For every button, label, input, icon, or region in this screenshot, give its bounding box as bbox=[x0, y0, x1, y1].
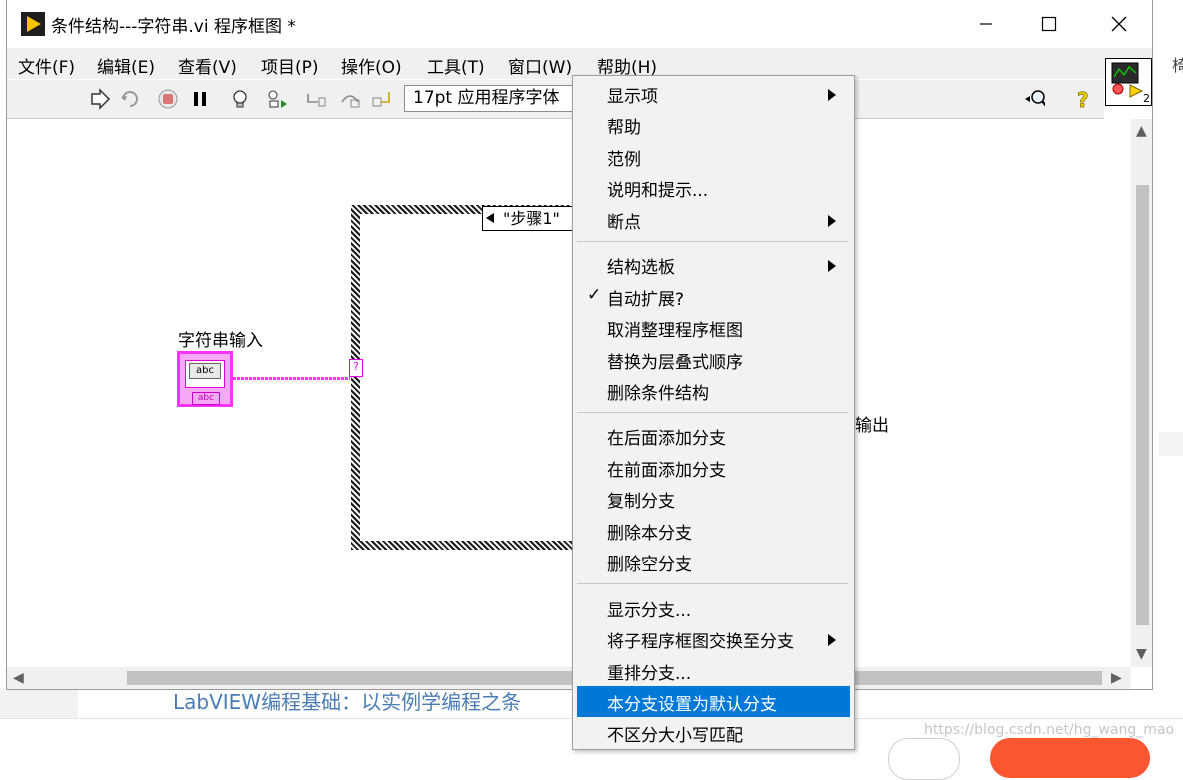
highlight-execution-icon[interactable] bbox=[229, 88, 251, 110]
font-select[interactable]: 17pt 应用程序字体 bbox=[404, 85, 584, 112]
close-icon bbox=[1111, 16, 1127, 32]
menu-item-breakpoint[interactable]: 断点 bbox=[577, 204, 850, 235]
menu-item-description[interactable]: 说明和提示... bbox=[577, 172, 850, 203]
submenu-arrow-icon bbox=[828, 634, 836, 646]
step-over-icon[interactable] bbox=[339, 88, 361, 110]
scroll-right-icon[interactable]: ▶ bbox=[1111, 670, 1122, 686]
vertical-scroll-thumb[interactable] bbox=[1136, 185, 1149, 625]
menu-item-add-case-after[interactable]: 在后面添加分支 bbox=[577, 420, 850, 451]
string-control-label[interactable]: 字符串输入 bbox=[178, 326, 263, 351]
menu-item-replace-stacked-sequence[interactable]: 替换为层叠式顺序 bbox=[577, 344, 850, 375]
vi-icon[interactable]: 2 bbox=[1105, 58, 1152, 106]
vi-icon-number: 2 bbox=[1143, 92, 1150, 105]
submenu-arrow-icon bbox=[828, 89, 836, 101]
string-control-frame: abc bbox=[185, 360, 225, 388]
menu-item-rearrange-cases[interactable]: 重排分支... bbox=[577, 655, 850, 686]
menu-separator bbox=[577, 412, 848, 413]
search-icon[interactable] bbox=[1023, 88, 1045, 110]
page-orange-button[interactable] bbox=[990, 738, 1150, 778]
abort-execution-icon[interactable] bbox=[157, 88, 179, 110]
step-into-icon[interactable] bbox=[305, 88, 327, 110]
watermark: https://blog.csdn.net/hg_wang_mao bbox=[924, 722, 1175, 738]
menu-item-structures-palette[interactable]: 结构选板 bbox=[577, 249, 850, 280]
string-wire[interactable] bbox=[233, 377, 350, 380]
menu-item-remove-case-structure[interactable]: 删除条件结构 bbox=[577, 375, 850, 406]
labview-app-icon bbox=[21, 12, 45, 36]
step-out-icon[interactable] bbox=[371, 88, 393, 110]
vertical-scrollbar[interactable]: ▲ ▼ bbox=[1131, 119, 1152, 667]
run-arrow-icon[interactable] bbox=[89, 88, 111, 110]
case-decrement-arrow-icon[interactable] bbox=[486, 213, 494, 223]
horizontal-scrollbar[interactable]: ◀ ▶ bbox=[7, 667, 1131, 689]
maximize-button[interactable] bbox=[1020, 0, 1078, 48]
scroll-up-icon[interactable]: ▲ bbox=[1136, 123, 1147, 139]
menu-window[interactable]: 窗口(W) bbox=[508, 53, 572, 78]
run-continuously-icon[interactable] bbox=[119, 88, 141, 110]
case-selector-terminal[interactable]: ? bbox=[349, 359, 363, 377]
menu-edit[interactable]: 编辑(E) bbox=[97, 53, 155, 78]
menu-item-cleanup-diagram[interactable]: 取消整理程序框图 bbox=[577, 312, 850, 343]
scroll-left-icon[interactable]: ◀ bbox=[13, 670, 24, 686]
retain-wire-values-icon[interactable] bbox=[267, 88, 289, 110]
minimize-icon bbox=[980, 23, 992, 25]
menu-view[interactable]: 查看(V) bbox=[178, 53, 237, 78]
article-title-link[interactable]: LabVIEW编程基础：以实例学编程之条 bbox=[173, 686, 521, 715]
string-control-terminal[interactable]: abc abc bbox=[177, 351, 233, 407]
title-bar: 条件结构---字符串.vi 程序框图 * bbox=[7, 0, 1152, 48]
menu-item-remove-empty-cases[interactable]: 删除空分支 bbox=[577, 546, 850, 577]
check-mark-icon: ✓ bbox=[587, 285, 602, 305]
output-indicator-label[interactable]: 输出 bbox=[855, 411, 889, 436]
page-side-bar bbox=[1159, 432, 1183, 456]
maximize-icon bbox=[1041, 16, 1057, 32]
pause-icon[interactable] bbox=[189, 88, 211, 110]
menu-item-visible-items[interactable]: 显示项 bbox=[577, 78, 850, 109]
toolbar: 17pt 应用程序字体 ? bbox=[7, 80, 1104, 119]
context-menu: 显示项 帮助 范例 说明和提示... 断点 结构选板 ✓ 自动扩展? 取消整理程序… bbox=[572, 75, 855, 750]
case-structure[interactable] bbox=[351, 205, 591, 550]
menu-item-duplicate-case[interactable]: 复制分支 bbox=[577, 483, 850, 514]
menu-item-case-insensitive-match[interactable]: 不区分大小写匹配 bbox=[577, 717, 850, 748]
menu-item-delete-this-case[interactable]: 删除本分支 bbox=[577, 515, 850, 546]
menu-item-show-case[interactable]: 显示分支... bbox=[577, 592, 850, 623]
menu-item-make-default-case[interactable]: 本分支设置为默认分支 bbox=[577, 686, 850, 717]
menu-item-swap-diagram-with-case[interactable]: 将子程序框图交换至分支 bbox=[577, 623, 850, 654]
window-title: 条件结构---字符串.vi 程序框图 * bbox=[51, 17, 296, 37]
svg-text:?: ? bbox=[1077, 88, 1089, 110]
menu-item-examples[interactable]: 范例 bbox=[577, 141, 850, 172]
page-gutter bbox=[0, 690, 78, 718]
menu-separator bbox=[577, 583, 848, 584]
submenu-arrow-icon bbox=[828, 260, 836, 272]
menu-separator bbox=[577, 241, 848, 242]
case-selector-value: "步骤1" bbox=[503, 209, 560, 228]
close-button[interactable] bbox=[1090, 0, 1148, 48]
menu-project[interactable]: 项目(P) bbox=[261, 53, 319, 78]
string-type-glyph: abc bbox=[192, 392, 220, 405]
scroll-down-icon[interactable]: ▼ bbox=[1136, 646, 1147, 662]
submenu-arrow-icon bbox=[828, 215, 836, 227]
menu-file[interactable]: 文件(F) bbox=[18, 53, 75, 78]
minimize-button[interactable] bbox=[957, 0, 1015, 48]
menu-item-add-case-before[interactable]: 在前面添加分支 bbox=[577, 452, 850, 483]
menu-item-auto-grow[interactable]: ✓ 自动扩展? bbox=[577, 281, 850, 312]
context-help-icon[interactable]: ? bbox=[1073, 88, 1095, 110]
page-side-text: 椅 bbox=[1172, 56, 1183, 75]
menu-operate[interactable]: 操作(O) bbox=[341, 53, 402, 78]
block-diagram-canvas[interactable]: "步骤1" ? 字符串输入 abc abc 输出 bbox=[7, 119, 1131, 667]
string-control-glyph: abc bbox=[189, 363, 221, 379]
menu-tools[interactable]: 工具(T) bbox=[427, 53, 485, 78]
menu-item-help[interactable]: 帮助 bbox=[577, 109, 850, 140]
page-round-button[interactable] bbox=[888, 738, 960, 780]
